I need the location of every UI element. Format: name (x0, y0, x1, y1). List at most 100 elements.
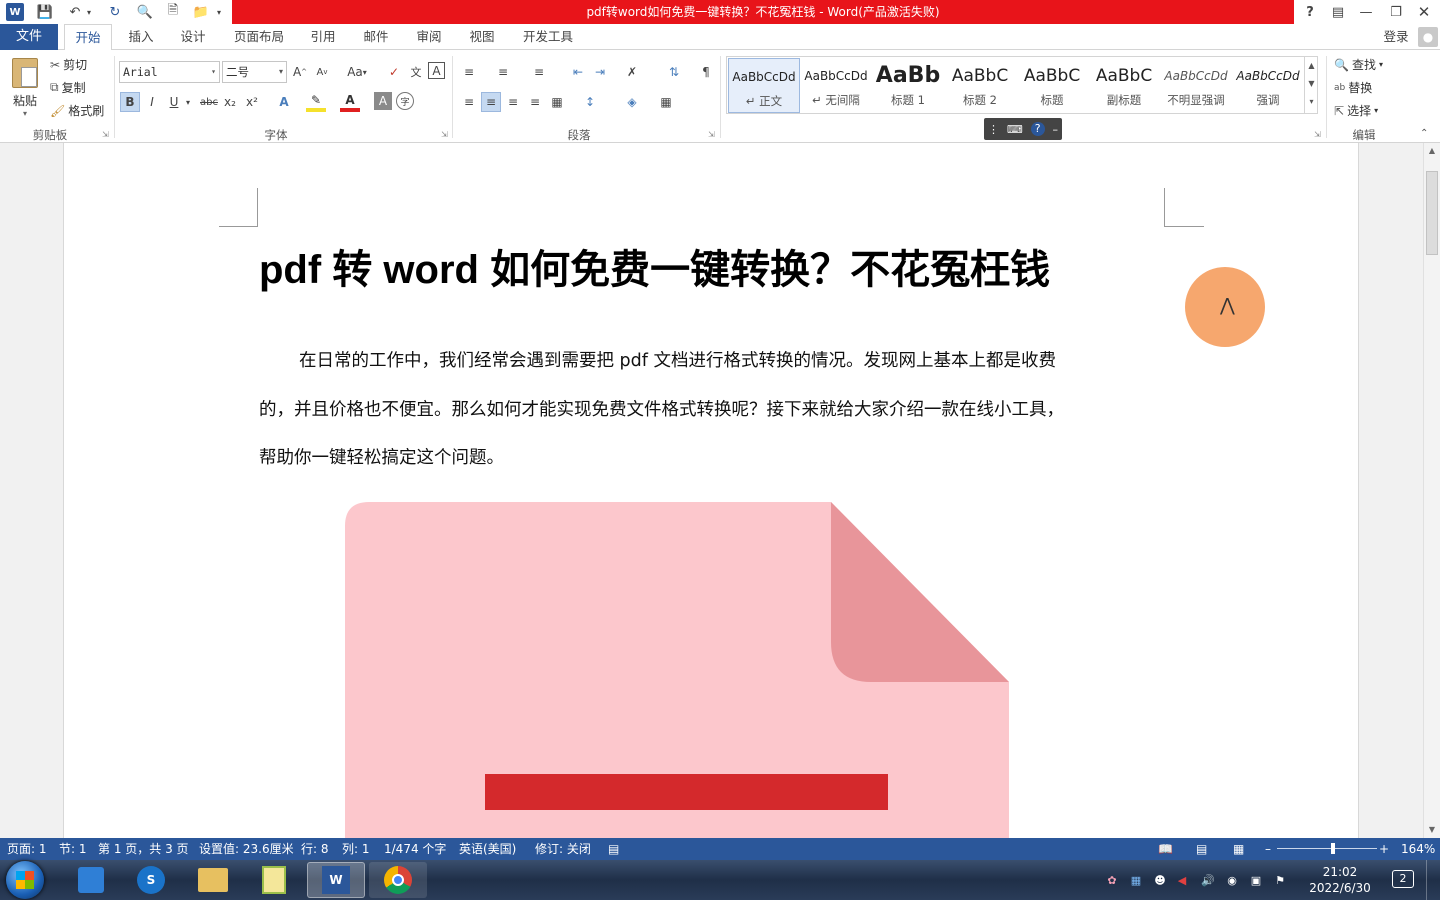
action-center-icon[interactable]: 2 (1392, 870, 1414, 888)
show-marks-icon[interactable]: ¶ (696, 62, 716, 82)
enclose-characters-icon[interactable]: 字 (396, 92, 414, 110)
bold-button[interactable]: B (120, 92, 140, 112)
undo-dropdown-icon[interactable]: ▾ (84, 3, 94, 21)
character-border-icon[interactable]: A (428, 62, 445, 79)
style-emphasis[interactable]: AaBbCcDd 强调 (1232, 58, 1304, 113)
taskbar-file-manager[interactable] (62, 862, 120, 898)
justify-icon[interactable]: ≡ (525, 92, 545, 112)
print-preview-icon[interactable]: 🔍 (136, 3, 154, 21)
increase-indent-icon[interactable]: ⇥ (590, 62, 610, 82)
underline-dropdown-icon[interactable]: ▾ (182, 92, 194, 112)
zoom-slider-thumb[interactable] (1331, 843, 1335, 854)
taskbar-word[interactable]: W (307, 862, 365, 898)
zoom-level[interactable]: 164% (1401, 838, 1435, 860)
tray-flower-icon[interactable]: ✿ (1104, 872, 1120, 888)
tab-mailings[interactable]: 邮件 (355, 24, 397, 50)
replace-button[interactable]: ab 替换 (1334, 79, 1372, 96)
highlight-icon[interactable]: ✎ (306, 92, 326, 112)
macro-record-icon[interactable]: ▤ (608, 838, 619, 860)
multilevel-list-icon[interactable]: ≡ (529, 62, 549, 82)
print-layout-icon[interactable]: ▤ (1196, 838, 1207, 860)
save-icon[interactable]: 💾 (36, 3, 54, 21)
vertical-scrollbar[interactable]: ▲ ▼ (1423, 143, 1440, 838)
help-button[interactable]: ? (1296, 0, 1324, 24)
cut-button[interactable]: ✂ 剪切 (50, 56, 87, 73)
status-track-changes[interactable]: 修订: 关闭 (535, 838, 591, 860)
status-page-count[interactable]: 第 1 页，共 3 页 (98, 838, 189, 860)
network-icon[interactable]: ◉ (1224, 872, 1240, 888)
tray-alert-icon[interactable]: ◀ (1174, 872, 1190, 888)
grow-font-icon[interactable]: A ^ (290, 62, 310, 82)
start-button[interactable] (6, 861, 44, 899)
subscript-button[interactable]: x₂ (220, 92, 240, 112)
minimize-button[interactable]: — (1352, 0, 1380, 24)
distributed-icon[interactable]: ▦ (547, 92, 567, 112)
select-button[interactable]: ⇱ 选择 ▾ (1334, 102, 1378, 119)
clear-formatting-icon[interactable]: ✓ (384, 62, 404, 82)
shrink-font-icon[interactable]: Av (312, 62, 332, 82)
tab-insert[interactable]: 插入 (120, 24, 162, 50)
font-name-select[interactable]: Arial ▾ (119, 61, 220, 83)
paragraph-launcher-icon[interactable]: ⇲ (708, 130, 715, 139)
status-page[interactable]: 页面: 1 (7, 838, 47, 860)
read-mode-icon[interactable]: 📖 (1158, 838, 1173, 860)
status-language[interactable]: 英语(美国) (459, 838, 516, 860)
restore-button[interactable]: ❐ (1382, 0, 1410, 24)
taskbar-chrome[interactable] (369, 862, 427, 898)
style-normal[interactable]: AaBbCcDd ↵ 正文 (728, 58, 800, 113)
tab-home[interactable]: 开始 (64, 24, 112, 51)
sort-icon[interactable]: ⇅ (664, 62, 684, 82)
numbering-icon[interactable]: ≡ (493, 62, 513, 82)
tab-page-layout[interactable]: 页面布局 (226, 24, 292, 50)
tab-file[interactable]: 文件 (0, 24, 58, 50)
align-center-icon[interactable]: ≡ (481, 92, 501, 112)
italic-button[interactable]: I (142, 92, 162, 112)
taskbar-explorer[interactable] (184, 862, 242, 898)
document-page[interactable]: pdf 转 word 如何免费一键转换？不花冤枉钱 在日常的工作中，我们经常会遇… (63, 143, 1359, 838)
web-layout-icon[interactable]: ▦ (1233, 838, 1244, 860)
redo-icon[interactable]: ↻ (106, 3, 124, 21)
collapse-ribbon-icon[interactable]: ⌃ (1420, 128, 1428, 139)
login-link[interactable]: 登录 (1378, 24, 1414, 50)
undo-icon[interactable]: ↶ (66, 3, 84, 21)
bullets-icon[interactable]: ≡ (459, 62, 479, 82)
user-avatar-icon[interactable]: ● (1418, 27, 1438, 47)
taskbar-notes[interactable] (245, 862, 303, 898)
tray-grid-icon[interactable]: ▦ (1128, 872, 1144, 888)
align-left-icon[interactable]: ≡ (459, 92, 479, 112)
style-no-spacing[interactable]: AaBbCcDd ↵ 无间隔 (800, 58, 872, 113)
shading-icon[interactable]: ◈ (622, 92, 642, 112)
borders-icon[interactable]: ▦ (656, 92, 676, 112)
font-color-icon[interactable]: A (340, 92, 360, 112)
underline-button[interactable]: U (164, 92, 184, 112)
change-case-button[interactable]: Aa ▾ (342, 62, 372, 82)
asian-layout-icon[interactable]: ✗ (622, 62, 642, 82)
word-app-icon[interactable]: W (6, 3, 24, 21)
tab-design[interactable]: 设计 (172, 24, 214, 50)
styles-launcher-icon[interactable]: ⇲ (1314, 130, 1321, 139)
style-subtle-emphasis[interactable]: AaBbCcDd 不明显强调 (1160, 58, 1232, 113)
close-button[interactable]: ✕ (1410, 0, 1438, 24)
customize-toolbar-icon[interactable]: ▾ (214, 3, 224, 21)
character-shading-icon[interactable]: A (374, 92, 392, 110)
text-effects-icon[interactable]: A (274, 92, 294, 112)
tab-view[interactable]: 视图 (461, 24, 503, 50)
phonetic-guide-icon[interactable]: 文 (406, 62, 426, 82)
flag-icon[interactable]: ⚑ (1272, 872, 1288, 888)
copy-button[interactable]: ⧉ 复制 (50, 79, 86, 96)
styles-scroll-controls[interactable]: ▲ ▼ ▾ (1304, 57, 1318, 113)
clock[interactable]: 21:02 2022/6/30 (1300, 864, 1380, 896)
new-document-icon[interactable]: 🗎 (164, 3, 182, 21)
floating-toolbar[interactable]: ⋮ ⌨? – (984, 118, 1062, 140)
scroll-down-icon[interactable]: ▼ (1424, 822, 1440, 838)
align-right-icon[interactable]: ≡ (503, 92, 523, 112)
superscript-button[interactable]: x² (242, 92, 262, 112)
line-spacing-icon[interactable]: ↕ (580, 92, 600, 112)
strikethrough-button[interactable]: abc (198, 92, 220, 112)
tab-review[interactable]: 审阅 (408, 24, 450, 50)
style-title[interactable]: AaBbC 标题 (1016, 58, 1088, 113)
style-heading-1[interactable]: AaBb 标题 1 (872, 58, 944, 113)
font-launcher-icon[interactable]: ⇲ (441, 130, 448, 139)
paste-button[interactable]: 粘贴 ▾ (8, 56, 42, 122)
status-column[interactable]: 列: 1 (342, 838, 370, 860)
